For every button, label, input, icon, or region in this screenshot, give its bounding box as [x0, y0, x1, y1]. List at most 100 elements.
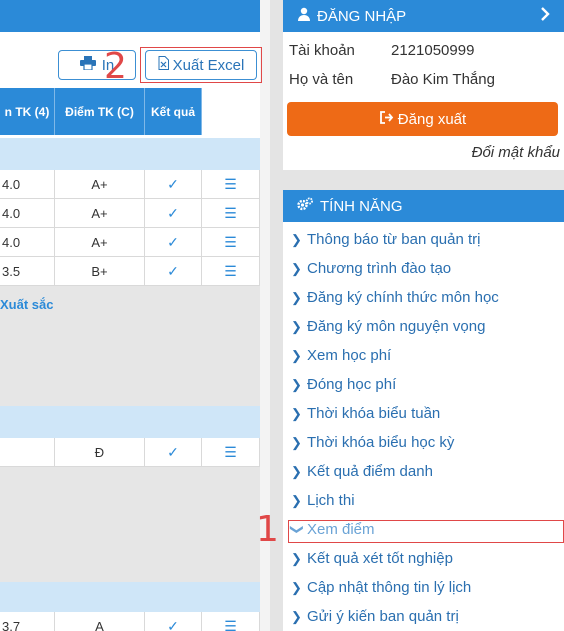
cell-gpa4 — [0, 438, 55, 466]
menu-item-view-grades[interactable]: ❯ Xem điểm — [283, 515, 564, 544]
cell-gpa-letter: A+ — [55, 199, 145, 227]
chevron-down-icon: ❯ — [290, 523, 305, 535]
cell-gpa-letter: Đ — [55, 438, 145, 466]
cell-gpa4: 4.0 — [0, 199, 55, 227]
name-value: Đào Kim Thắng — [391, 71, 495, 88]
menu-item-exam-schedule[interactable]: ❯ Lịch thi — [283, 486, 564, 515]
menu-item-feedback[interactable]: ❯ Gửi ý kiến ban quản trị — [283, 602, 564, 631]
table-row: 3.5 B+ ✓ ☰ — [0, 257, 260, 286]
annotation-number-2: 2 — [104, 46, 127, 87]
cell-gpa-letter: A+ — [55, 170, 145, 198]
cell-gpa-letter: A+ — [55, 228, 145, 256]
chevron-right-icon: ❯ — [291, 492, 302, 508]
login-panel-title: ĐĂNG NHẬP — [317, 7, 407, 25]
cell-gpa4: 4.0 — [0, 170, 55, 198]
table-row: 4.0 A+ ✓ ☰ — [0, 199, 260, 228]
menu-item-view-tuition[interactable]: ❯ Xem học phí — [283, 341, 564, 370]
logout-button[interactable]: Đăng xuất — [287, 102, 558, 136]
chevron-right-icon: ❯ — [291, 260, 302, 276]
sign-out-icon — [379, 110, 394, 128]
account-label: Tài khoản — [289, 42, 355, 59]
cell-gpa-letter: B+ — [55, 257, 145, 285]
menu-item-course-registration[interactable]: ❯ Đăng ký chính thức môn học — [283, 283, 564, 312]
menu-item-label: Thông báo từ ban quản trị — [307, 231, 481, 248]
account-value: 2121050999 — [391, 42, 475, 59]
semester-band — [0, 138, 260, 170]
menu-item-label: Chương trình đào tạo — [307, 260, 452, 277]
menu-item-label: Thời khóa biểu học kỳ — [307, 434, 455, 451]
check-icon: ✓ — [145, 228, 202, 256]
check-icon: ✓ — [145, 438, 202, 466]
logout-label: Đăng xuất — [397, 110, 467, 128]
table-row: Đ ✓ ☰ — [0, 438, 260, 467]
name-row: Họ và tên Đào Kim Thắng — [283, 65, 564, 94]
detail-list-icon[interactable]: ☰ — [202, 199, 260, 227]
menu-item-attendance[interactable]: ❯ Kết quả điểm danh — [283, 457, 564, 486]
table-row: 4.0 A+ ✓ ☰ — [0, 228, 260, 257]
detail-list-icon[interactable]: ☰ — [202, 257, 260, 285]
export-excel-label: Xuất Excel — [172, 56, 245, 74]
sidebar: ĐĂNG NHẬP Tài khoản 2121050999 Họ và tên… — [270, 0, 564, 631]
grades-content: In Xuất Excel n TK (4) Điểm TK (C) Kết q… — [0, 0, 260, 631]
chevron-right-icon: ❯ — [291, 405, 302, 421]
menu-item-label: Kết quả điểm danh — [307, 463, 433, 480]
detail-list-icon[interactable]: ☰ — [202, 170, 260, 198]
detail-list-icon[interactable]: ☰ — [202, 228, 260, 256]
menu-item-weekly-timetable[interactable]: ❯ Thời khóa biểu tuần — [283, 399, 564, 428]
chevron-right-icon: ❯ — [291, 550, 302, 566]
cell-gpa-letter: A — [55, 612, 145, 631]
content-header-bar — [0, 0, 260, 32]
menu-item-graduation-result[interactable]: ❯ Kết quả xét tốt nghiệp — [283, 544, 564, 573]
chevron-right-icon: ❯ — [291, 579, 302, 595]
menu-item-label: Đóng học phí — [307, 376, 397, 393]
menu-item-label: Đăng ký chính thức môn học — [307, 289, 499, 306]
chevron-right-icon: ❯ — [291, 434, 302, 450]
detail-list-icon[interactable]: ☰ — [202, 438, 260, 466]
table-row: 4.0 A+ ✓ ☰ — [0, 170, 260, 199]
check-icon: ✓ — [145, 612, 202, 631]
col-header-gpa4: n TK (4) — [0, 88, 55, 135]
col-header-detail — [202, 88, 260, 135]
menu-item-announcements[interactable]: ❯ Thông báo từ ban quản trị — [283, 225, 564, 254]
chevron-right-icon: ❯ — [291, 608, 302, 624]
check-icon: ✓ — [145, 257, 202, 285]
login-panel: ĐĂNG NHẬP Tài khoản 2121050999 Họ và tên… — [283, 0, 564, 170]
change-password-link[interactable]: Đổi mật khẩu — [283, 144, 564, 161]
excel-file-icon — [158, 56, 169, 74]
col-header-gpa-letter: Điểm TK (C) — [55, 88, 145, 135]
printer-icon — [79, 56, 96, 74]
menu-item-pay-tuition[interactable]: ❯ Đóng học phí — [283, 370, 564, 399]
menu-item-label: Xem điểm — [307, 521, 375, 538]
menu-item-label: Gửi ý kiến ban quản trị — [307, 608, 459, 625]
classification-text: Xuất sắc — [0, 297, 54, 312]
menu-item-curriculum[interactable]: ❯ Chương trình đào tạo — [283, 254, 564, 283]
menu-item-semester-timetable[interactable]: ❯ Thời khóa biểu học kỳ — [283, 428, 564, 457]
features-panel: TÍNH NĂNG ❯ Thông báo từ ban quản trị ❯ Ch… — [283, 190, 564, 631]
menu-item-label: Thời khóa biểu tuần — [307, 405, 441, 422]
cell-gpa4: 4.0 — [0, 228, 55, 256]
menu-item-label: Cập nhật thông tin lý lịch — [307, 579, 472, 596]
chevron-right-icon: ❯ — [291, 231, 302, 247]
account-row: Tài khoản 2121050999 — [283, 36, 564, 65]
gears-icon — [297, 197, 314, 215]
chevron-right-icon — [540, 6, 550, 26]
grades-table-header: n TK (4) Điểm TK (C) Kết quả — [0, 88, 260, 135]
check-icon: ✓ — [145, 199, 202, 227]
detail-list-icon[interactable]: ☰ — [202, 612, 260, 631]
menu-item-update-profile[interactable]: ❯ Cập nhật thông tin lý lịch — [283, 573, 564, 602]
semester-band — [0, 582, 260, 612]
menu-item-preferred-registration[interactable]: ❯ Đăng ký môn nguyện vọng — [283, 312, 564, 341]
features-panel-header: TÍNH NĂNG — [283, 190, 564, 222]
chevron-right-icon: ❯ — [291, 289, 302, 305]
col-header-result: Kết quả — [145, 88, 202, 135]
annotation-number-1: 1 — [256, 509, 279, 550]
chevron-right-icon: ❯ — [291, 347, 302, 363]
name-label: Họ và tên — [289, 71, 354, 88]
login-panel-header[interactable]: ĐĂNG NHẬP — [283, 0, 564, 32]
export-excel-button[interactable]: Xuất Excel — [145, 50, 257, 80]
menu-item-label: Kết quả xét tốt nghiệp — [307, 550, 453, 567]
menu-item-label: Xem học phí — [307, 347, 392, 364]
cell-gpa4: 3.7 — [0, 612, 55, 631]
chevron-right-icon: ❯ — [291, 463, 302, 479]
chevron-right-icon: ❯ — [291, 318, 302, 334]
